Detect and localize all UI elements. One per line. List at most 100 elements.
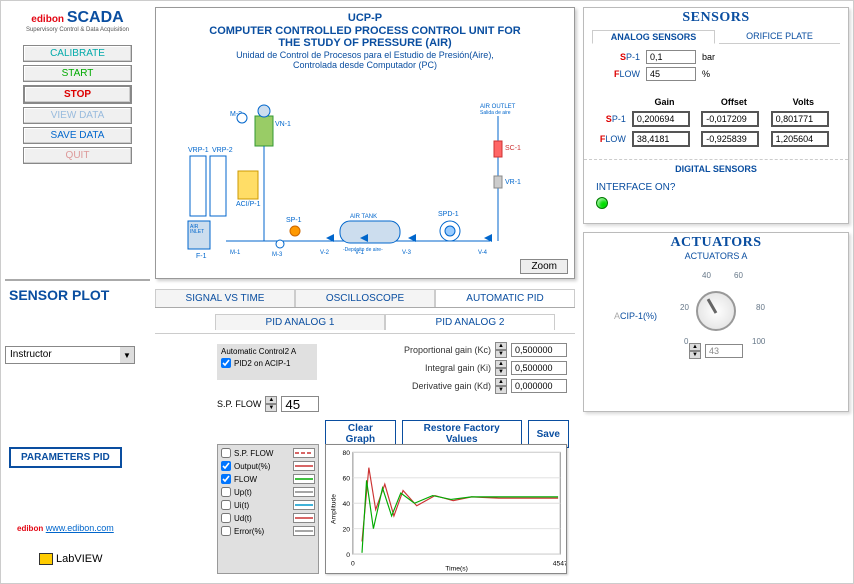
cal-offset-input[interactable] [701,131,759,147]
sensor-unit: % [702,69,732,79]
view-data-button[interactable]: VIEW DATA [23,107,132,124]
legend-checkbox[interactable] [221,487,231,497]
zoom-button[interactable]: Zoom [520,259,568,274]
pid2-on-acip1-label: PID2 on ACIP-1 [234,359,290,368]
legend-checkbox[interactable] [221,461,231,471]
ki-input[interactable] [511,361,567,375]
sensors-header: SENSORS [584,8,848,28]
instructor-select-value: Instructor [6,347,120,363]
svg-text:0: 0 [346,552,350,559]
kc-stepper[interactable]: ▲▼ [495,342,507,358]
actuators-subheader: ACTUATORS A [584,251,848,261]
save-data-button[interactable]: SAVE DATA [23,127,132,144]
svg-text:20: 20 [343,527,351,534]
svg-text:VRP-2: VRP-2 [212,147,233,154]
calibrate-button[interactable]: CALIBRATE [23,45,132,62]
kd-input[interactable] [511,379,567,393]
stop-button[interactable]: STOP [23,85,132,104]
tab-pid-analog-2[interactable]: PID ANALOG 2 [385,314,555,330]
svg-text:VR-1: VR-1 [505,179,521,186]
cal-offset-input[interactable] [701,111,759,127]
svg-text:VN-1: VN-1 [275,121,291,128]
legend-label: Error(%) [234,527,290,536]
sp-flow-stepper[interactable]: ▲▼ [265,396,277,412]
legend-item: Ud(t) [221,513,315,523]
svg-text:SPD-1: SPD-1 [438,211,459,218]
legend-label: Ui(t) [234,501,290,510]
cal-gain-input[interactable] [632,111,690,127]
cal-row-label: SP-1 [594,109,630,129]
legend-swatch [293,474,315,484]
pid2-on-acip1-checkbox[interactable] [221,358,231,368]
dial-label: ACIP-1(%) [614,311,657,321]
kc-label: Proportional gain (Kc) [404,345,491,355]
ki-label: Integral gain (Ki) [425,363,491,373]
interface-on-label: INTERFACE ON? [596,182,836,193]
legend-checkbox[interactable] [221,500,231,510]
legend-item: FLOW [221,474,315,484]
sensor-value-input[interactable] [646,67,696,81]
svg-text:V-3: V-3 [402,250,412,256]
kd-stepper[interactable]: ▲▼ [495,378,507,394]
process-diagram-panel: UCP-P COMPUTER CONTROLLED PROCESS CONTRO… [155,7,575,279]
actuator-dial[interactable] [696,291,736,331]
svg-text:V-4: V-4 [478,250,488,256]
sensor-row-label: SP-1 [596,52,640,62]
cal-volts-input[interactable] [771,131,829,147]
tab-automatic-pid[interactable]: AUTOMATIC PID [435,289,575,307]
sensor-unit: bar [702,52,732,62]
diagram-title-1: UCP-P [160,12,570,25]
website-link[interactable]: edibon www.edibon.com [17,523,114,533]
diagram-title-3: THE STUDY OF PRESSURE (AIR) [160,37,570,50]
svg-text:Salida de aire: Salida de aire [480,110,511,116]
legend-swatch [293,448,315,458]
actuators-panel: ACTUATORS ACTUATORS A ACIP-1(%) 0 20 40 … [583,232,849,412]
svg-text:V-1: V-1 [355,250,365,256]
tab-signal-vs-time[interactable]: SIGNAL VS TIME [155,289,295,307]
svg-text:SC-1: SC-1 [505,145,521,152]
actuator-value-input[interactable] [705,344,743,358]
legend-item: Error(%) [221,526,315,536]
auto-control-header: Automatic Control2 A [221,347,313,356]
legend-checkbox[interactable] [221,474,231,484]
svg-text:4547: 4547 [553,561,566,568]
tab-orifice-plate[interactable]: ORIFICE PLATE [719,30,840,44]
svg-text:F-1: F-1 [196,253,207,260]
interface-on-led [596,197,608,209]
actuator-value-stepper[interactable]: ▲▼ [689,343,701,359]
process-diagram-svg: VRP-1 VRP-2 AIR INLET F-1 VN-1 M-2 ACI/P… [160,71,570,281]
sensor-value-input[interactable] [646,50,696,64]
start-button[interactable]: START [23,65,132,82]
sp-flow-label: S.P. FLOW [217,399,261,409]
cal-row-label: FLOW [594,129,630,149]
quit-button[interactable]: QUIT [23,147,132,164]
app-logo: edibon SCADA Supervisory Control & Data … [5,5,150,45]
legend-checkbox[interactable] [221,513,231,523]
legend-item: S.P. FLOW [221,448,315,458]
cal-volts-input[interactable] [771,111,829,127]
legend-checkbox[interactable] [221,448,231,458]
svg-text:60: 60 [343,476,351,483]
legend-swatch [293,487,315,497]
automatic-control-box: Automatic Control2 A PID2 on ACIP-1 [217,344,317,380]
svg-text:40: 40 [343,501,351,508]
svg-text:ACI/P-1: ACI/P-1 [236,201,261,208]
legend-label: Up(t) [234,488,290,497]
legend-label: Ud(t) [234,514,290,523]
tab-pid-analog-1[interactable]: PID ANALOG 1 [215,314,385,330]
legend-checkbox[interactable] [221,526,231,536]
parameters-pid-button[interactable]: PARAMETERS PID [9,447,122,468]
digital-sensors-header: DIGITAL SENSORS [584,159,848,178]
cal-gain-input[interactable] [632,131,690,147]
ki-stepper[interactable]: ▲▼ [495,360,507,376]
instructor-select[interactable]: Instructor ▼ [5,346,135,364]
sensor-row-label: FLOW [596,69,640,79]
tab-oscilloscope[interactable]: OSCILLOSCOPE [295,289,435,307]
sp-flow-input[interactable] [281,396,319,412]
tab-analog-sensors[interactable]: ANALOG SENSORS [592,30,715,44]
svg-text:0: 0 [351,561,355,568]
kc-input[interactable] [511,343,567,357]
svg-text:V-2: V-2 [320,250,330,256]
diagram-subtitle-1: Unidad de Control de Procesos para el Es… [160,50,570,60]
svg-text:80: 80 [343,450,351,457]
